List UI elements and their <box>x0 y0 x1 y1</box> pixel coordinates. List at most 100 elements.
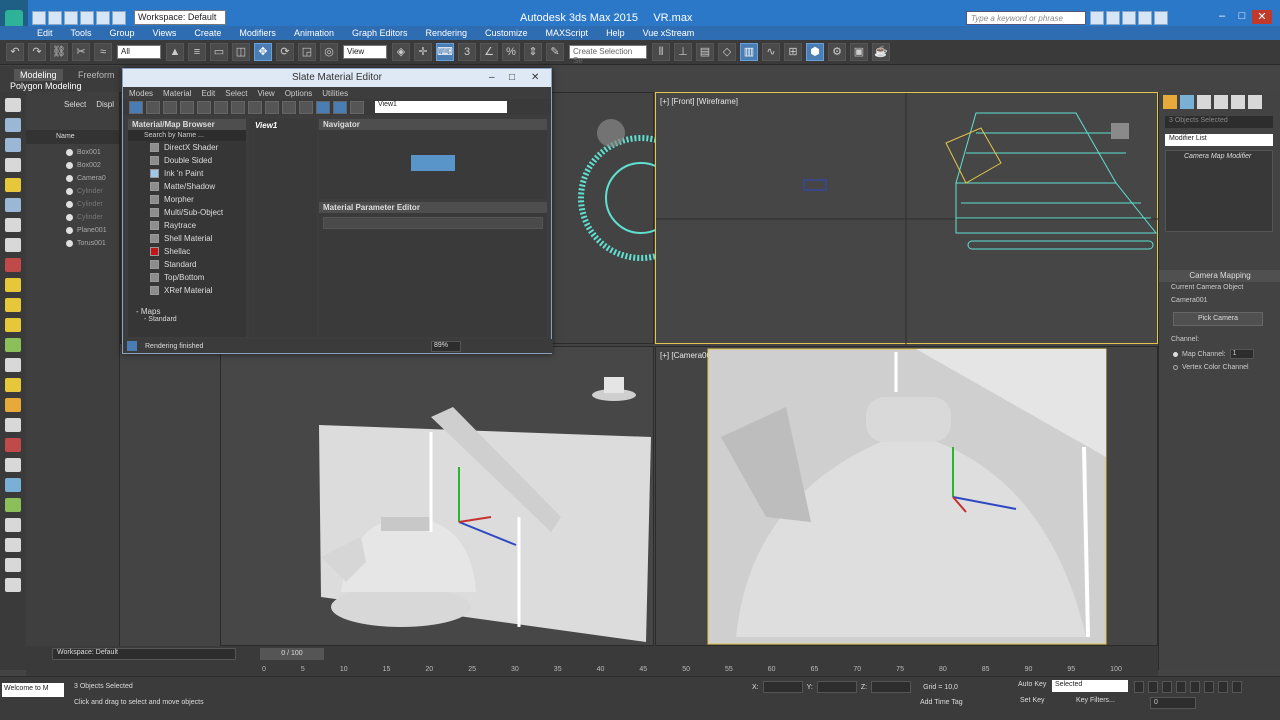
slate-view-dropdown[interactable]: View1 <box>375 101 507 113</box>
explorer-item[interactable]: Box002 <box>26 159 119 172</box>
mirror-button[interactable]: ⫴ <box>652 43 670 61</box>
material-item[interactable]: Shellac <box>128 245 246 258</box>
undo-icon[interactable] <box>80 10 94 25</box>
key-filters-button[interactable]: Key Filters... <box>1076 697 1115 704</box>
camera-filter-icon[interactable] <box>5 338 21 352</box>
param-editor-field[interactable] <box>323 217 543 229</box>
slate-pick-material-tool[interactable] <box>146 100 160 114</box>
utilities-tab-icon[interactable] <box>1248 95 1262 109</box>
frozen-filter-icon[interactable] <box>5 518 21 532</box>
toggle-scene-explorer-button[interactable]: ▤ <box>696 43 714 61</box>
menu-create[interactable]: Create <box>194 28 221 38</box>
rect-selection-button[interactable]: ▭ <box>210 43 228 61</box>
slate-menu-utilities[interactable]: Utilities <box>322 89 348 98</box>
slate-menu-select[interactable]: Select <box>225 89 247 98</box>
slate-layout-children-tool[interactable] <box>299 100 313 114</box>
material-item[interactable]: Multi/Sub-Object <box>128 206 246 219</box>
tab-freeform[interactable]: Freeform <box>72 69 121 81</box>
explorer-item[interactable]: Camera0 <box>26 172 119 185</box>
spinner-snap-button[interactable]: ⇕ <box>524 43 542 61</box>
material-item[interactable]: Morpher <box>128 193 246 206</box>
material-item[interactable]: Top/Bottom <box>128 271 246 284</box>
menu-tools[interactable]: Tools <box>71 28 92 38</box>
browser-header[interactable]: Material/Map Browser <box>128 119 246 130</box>
percent-snap-button[interactable]: % <box>502 43 520 61</box>
hidden-filter-icon[interactable] <box>5 538 21 552</box>
space-warp-icon[interactable] <box>5 238 21 252</box>
modifier-list-dropdown[interactable]: Modifier List <box>1165 134 1273 146</box>
keyboard-shortcut-override-button[interactable]: ⌨ <box>436 43 454 61</box>
render-production-button[interactable]: ☕ <box>872 43 890 61</box>
viewport-perspective[interactable] <box>220 346 654 646</box>
select-object-button[interactable]: ▲ <box>166 43 184 61</box>
toggle-layer-explorer-button[interactable]: ◇ <box>718 43 736 61</box>
viewport-front[interactable]: [+] [Front] [Wireframe] <box>655 92 1159 345</box>
slate-show-background-tool[interactable] <box>265 100 279 114</box>
material-item[interactable]: DirectX Shader <box>128 141 246 154</box>
navigator-header[interactable]: Navigator <box>319 119 547 130</box>
system-icon[interactable] <box>5 258 21 272</box>
bone-filter-icon[interactable] <box>5 438 21 452</box>
prev-frame-icon[interactable] <box>1148 681 1158 693</box>
slate-find-tool[interactable] <box>350 100 364 114</box>
save-icon[interactable] <box>64 10 78 25</box>
named-selection-dropdown[interactable]: Create Selection Se <box>569 45 647 65</box>
slate-menu-view[interactable]: View <box>258 89 275 98</box>
explorer-tab-select[interactable]: Select <box>64 100 86 109</box>
map-channel-radio[interactable] <box>1173 351 1178 357</box>
map-channel-spinner[interactable]: 1 <box>1229 349 1254 359</box>
helper-filter-icon[interactable] <box>5 358 21 372</box>
slate-menu-edit[interactable]: Edit <box>201 89 215 98</box>
binoculars-icon[interactable] <box>1090 11 1104 25</box>
view-tab[interactable]: View1 <box>249 119 317 132</box>
slate-select-tool[interactable] <box>129 100 143 114</box>
undo-button[interactable]: ↶ <box>6 43 24 61</box>
param-editor-header[interactable]: Material Parameter Editor <box>319 202 547 213</box>
open-icon[interactable] <box>48 10 62 25</box>
explorer-item[interactable]: Cylinder <box>26 211 119 224</box>
display-tab-icon[interactable] <box>1231 95 1245 109</box>
slate-menu-modes[interactable]: Modes <box>129 89 153 98</box>
view-area[interactable]: View1 <box>249 119 317 337</box>
menu-help[interactable]: Help <box>606 28 625 38</box>
new-icon[interactable] <box>32 10 46 25</box>
material-item[interactable]: Ink 'n Paint <box>128 167 246 180</box>
explorer-item[interactable]: Cylinder <box>26 198 119 211</box>
slate-show-map-tool[interactable] <box>248 100 262 114</box>
select-and-place-button[interactable]: ◎ <box>320 43 338 61</box>
material-item[interactable]: Standard <box>128 258 246 271</box>
slate-put-material-tool[interactable] <box>163 100 177 114</box>
angle-snap-button[interactable]: ∠ <box>480 43 498 61</box>
light-filter-icon[interactable] <box>5 318 21 332</box>
pick-camera-button[interactable]: Pick Camera <box>1173 312 1263 326</box>
align-button[interactable]: ⊥ <box>674 43 692 61</box>
sphere-icon[interactable] <box>5 558 21 572</box>
menu-vue-xstream[interactable]: Vue xStream <box>643 28 695 38</box>
camera-icon[interactable] <box>5 198 21 212</box>
menu-customize[interactable]: Customize <box>485 28 528 38</box>
slate-close-icon[interactable]: ✕ <box>531 69 539 87</box>
slate-browser-toggle[interactable] <box>316 100 330 114</box>
redo-icon[interactable] <box>96 10 110 25</box>
reference-coordinate-dropdown[interactable]: View <box>343 45 387 59</box>
goto-end-icon[interactable] <box>1190 681 1200 693</box>
browser-search-input[interactable]: Search by Name ... <box>128 130 246 141</box>
xref-filter-icon[interactable] <box>5 418 21 432</box>
key-set-dropdown[interactable]: Selected <box>1052 680 1128 692</box>
explorer-tab-display[interactable]: Displ <box>96 100 114 109</box>
slate-title-bar[interactable]: Slate Material Editor – □ ✕ <box>123 69 551 87</box>
maximize-icon[interactable]: □ <box>1232 10 1252 24</box>
slate-minimize-icon[interactable]: – <box>489 69 495 87</box>
subscription-icon[interactable] <box>1106 11 1120 25</box>
shape-filter-icon[interactable] <box>5 298 21 312</box>
layers-icon[interactable] <box>5 138 21 152</box>
add-time-tag-button[interactable]: Add Time Tag <box>920 699 963 706</box>
slate-delete-tool[interactable] <box>197 100 211 114</box>
menu-group[interactable]: Group <box>110 28 135 38</box>
navigator-viewport-rect[interactable] <box>411 155 455 171</box>
zoom-all-icon[interactable] <box>1218 681 1228 693</box>
curve-editor-button[interactable]: ∿ <box>762 43 780 61</box>
material-item[interactable]: Raytrace <box>128 219 246 232</box>
material-item[interactable]: XRef Material <box>128 284 246 297</box>
modify-tab-icon[interactable] <box>1180 95 1194 109</box>
